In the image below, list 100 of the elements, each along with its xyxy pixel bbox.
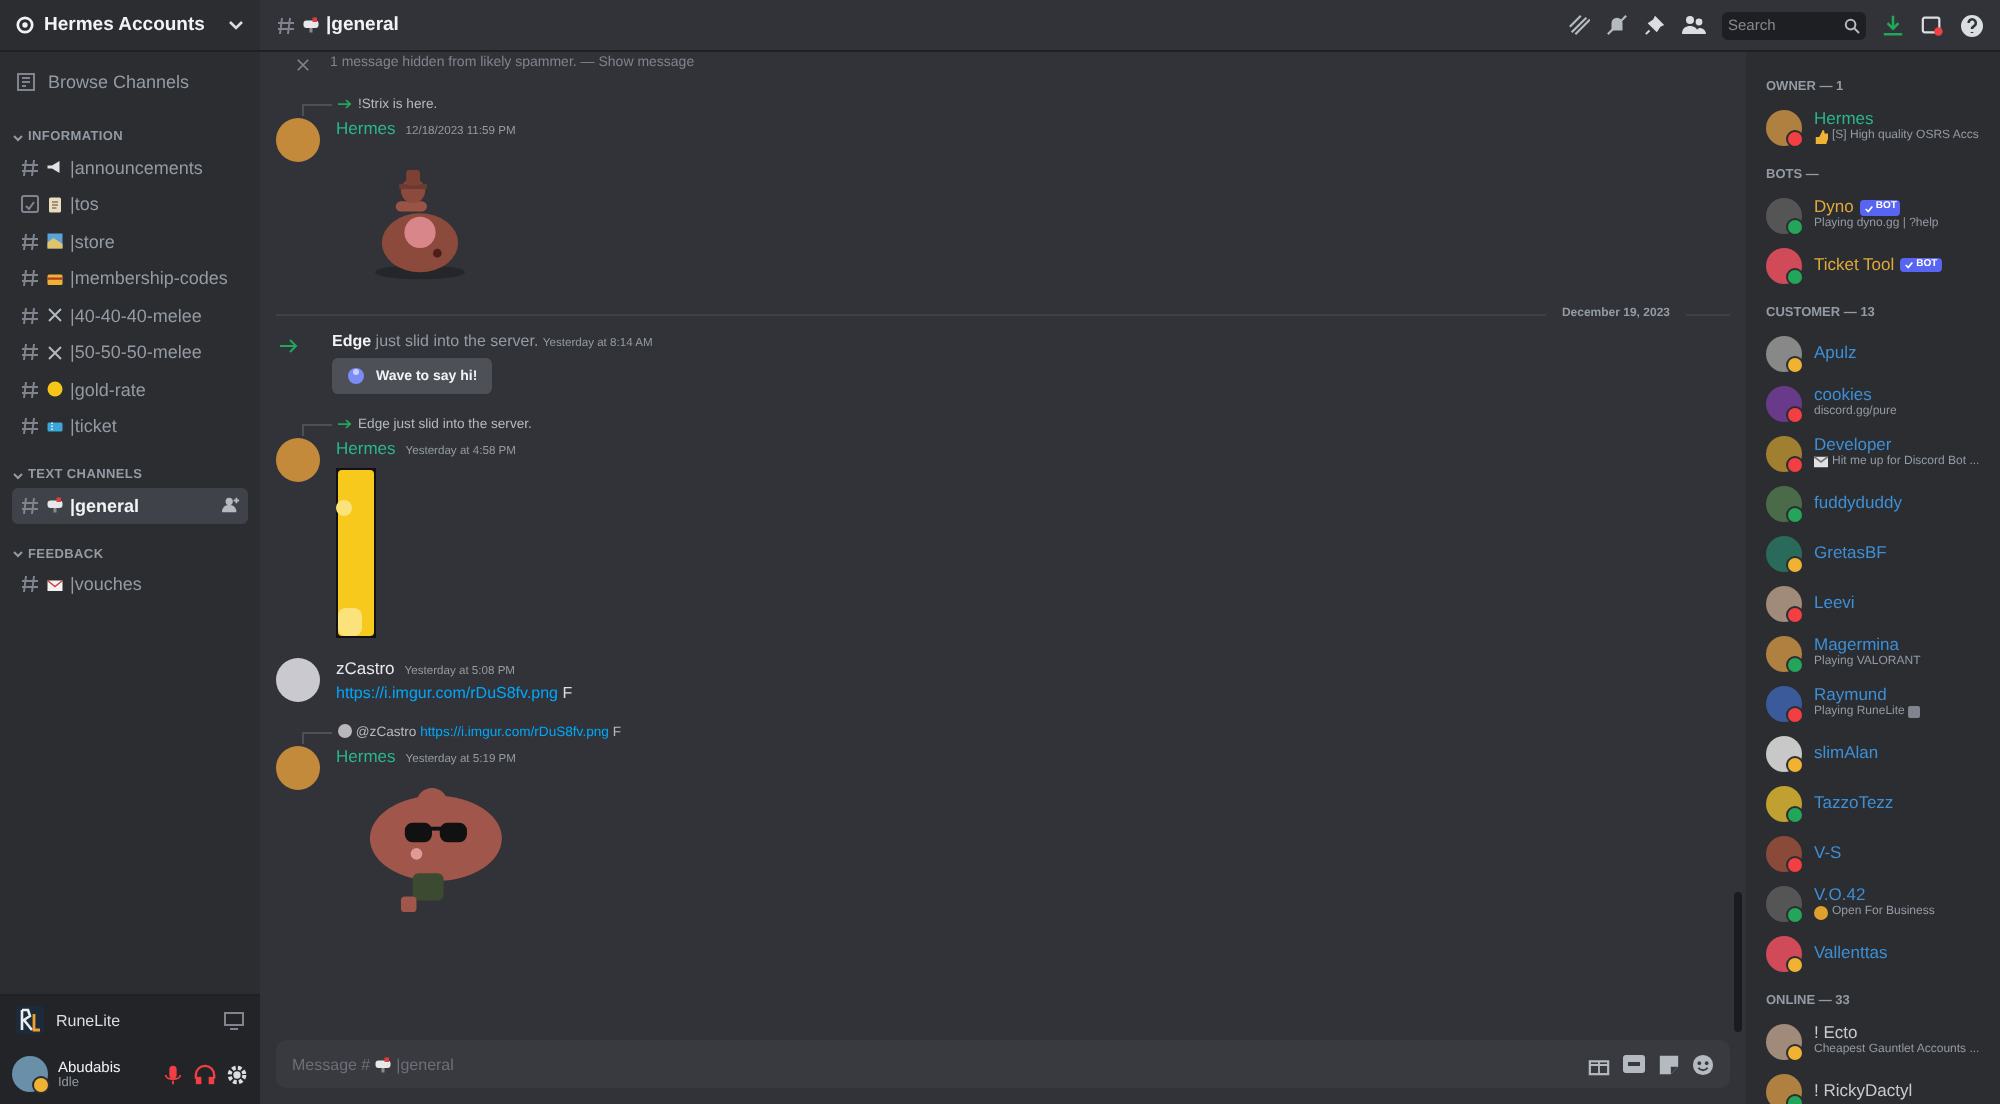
wave-sticker-icon xyxy=(346,366,366,386)
hash-icon xyxy=(20,495,40,516)
check-icon xyxy=(1863,203,1874,214)
bell-off-icon[interactable] xyxy=(1606,14,1628,36)
author-name[interactable]: Hermes xyxy=(336,118,396,138)
member-item[interactable]: slimAlan xyxy=(1762,728,1988,778)
rules-icon xyxy=(20,194,40,215)
mailbox-icon xyxy=(374,1055,393,1073)
channel-item[interactable]: |announcements xyxy=(12,150,248,185)
member-name: Apulz xyxy=(1814,343,1857,363)
clipboard-icon xyxy=(46,195,64,214)
envelope-icon xyxy=(1814,456,1828,469)
channel-item[interactable]: |gold-rate xyxy=(12,372,248,407)
download-icon[interactable] xyxy=(1882,14,1904,36)
member-item[interactable]: Vallenttas xyxy=(1762,928,1988,978)
hash-icon xyxy=(20,268,40,289)
avatar[interactable] xyxy=(276,746,320,790)
member-name: V-S xyxy=(1814,843,1842,863)
member-name: V.O.42 xyxy=(1814,886,1866,905)
emoji-icon[interactable] xyxy=(1692,1053,1714,1075)
member-item[interactable]: ! RickyDactyl xyxy=(1762,1066,1988,1104)
member-name: fuddyduddy xyxy=(1814,493,1902,513)
close-icon xyxy=(296,57,310,71)
envelope-icon xyxy=(46,575,64,594)
channel-item[interactable]: |store xyxy=(12,224,248,259)
member-name: GretasBF xyxy=(1814,543,1887,563)
channel-item[interactable]: |membership-codes xyxy=(12,261,248,296)
member-name: ! RickyDactyl xyxy=(1814,1081,1913,1101)
sticker-icon[interactable] xyxy=(1658,1053,1680,1075)
member-item[interactable]: TazzoTezz xyxy=(1762,778,1988,828)
message-text: https://i.imgur.com/rDuS8fv.png F xyxy=(336,684,573,702)
pin-icon[interactable] xyxy=(1644,14,1666,36)
screen-share-icon[interactable] xyxy=(224,1011,244,1029)
chevron-icon xyxy=(12,548,24,560)
hash-icon xyxy=(20,416,40,437)
channel-item[interactable]: |ticket xyxy=(12,409,248,444)
settings-icon[interactable] xyxy=(226,1063,248,1085)
arrow-icon xyxy=(280,338,300,354)
map-icon xyxy=(46,232,64,251)
arrow-icon xyxy=(338,418,352,430)
author-name[interactable]: Hermes xyxy=(336,438,396,458)
hash-icon xyxy=(20,305,40,326)
channel-item[interactable]: |40-40-40-melee xyxy=(12,298,248,333)
member-name: Ticket Tool xyxy=(1814,255,1895,275)
join-message: Edge just slid into the server. xyxy=(332,332,541,350)
help-icon[interactable] xyxy=(1960,13,1984,37)
hash-icon xyxy=(276,15,296,35)
channel-item[interactable]: |50-50-50-melee xyxy=(12,335,248,370)
member-item[interactable]: fuddyduddy xyxy=(1762,478,1988,528)
member-item[interactable]: Apulz xyxy=(1762,328,1988,378)
author-name[interactable]: Hermes xyxy=(336,746,396,766)
activity-name: RuneLite xyxy=(56,1011,123,1029)
megaphone-icon xyxy=(46,158,64,177)
browse-icon xyxy=(16,72,38,92)
member-name: Magermina xyxy=(1814,636,1900,655)
chevron-icon xyxy=(12,131,24,143)
chevron-down-icon[interactable] xyxy=(228,19,244,31)
ticket-icon xyxy=(46,417,64,436)
hash-icon xyxy=(20,574,40,595)
members-icon[interactable] xyxy=(1682,14,1706,36)
app-logo-icon xyxy=(16,1006,44,1034)
image-link[interactable]: https://i.imgur.com/rDuS8fv.png xyxy=(336,684,559,702)
member-name: Vallenttas xyxy=(1814,943,1888,963)
mailbox-icon xyxy=(46,496,64,515)
member-name: TazzoTezz xyxy=(1814,793,1894,813)
check-icon xyxy=(1904,259,1915,270)
avatar[interactable] xyxy=(276,118,320,162)
inbox-icon[interactable] xyxy=(1920,14,1944,36)
emoji-icon xyxy=(1814,905,1828,920)
arrow-icon xyxy=(338,98,352,110)
member-name: cookies xyxy=(1814,386,1872,405)
hash-icon xyxy=(20,157,40,178)
chevron-icon xyxy=(12,469,24,481)
author-name[interactable]: zCastro xyxy=(336,658,395,678)
channel-item[interactable]: |vouches xyxy=(12,567,248,602)
invite-icon[interactable] xyxy=(222,496,240,515)
server-icon xyxy=(16,16,34,34)
swords-icon xyxy=(46,343,64,362)
avatar[interactable] xyxy=(276,658,320,702)
swords-icon xyxy=(46,306,64,325)
server-name[interactable]: Hermes Accounts xyxy=(44,14,218,36)
member-name: Developer xyxy=(1814,436,1892,455)
microphone-icon[interactable] xyxy=(162,1063,184,1085)
avatar[interactable] xyxy=(276,438,320,482)
threads-icon[interactable] xyxy=(1568,14,1590,36)
reply-avatar-icon xyxy=(338,724,352,738)
channel-title: |general xyxy=(326,14,399,36)
member-item[interactable]: GretasBF xyxy=(1762,528,1988,578)
member-name: Hermes xyxy=(1814,110,1874,129)
browse-channels-button[interactable]: Browse Channels xyxy=(12,64,248,100)
headphones-icon[interactable] xyxy=(194,1063,216,1085)
thumbs-up-icon xyxy=(1814,129,1828,144)
member-name: Dyno xyxy=(1814,198,1854,217)
member-item[interactable]: Leevi xyxy=(1762,578,1988,628)
member-item[interactable]: V-S xyxy=(1762,828,1988,878)
channel-item[interactable]: |tos xyxy=(12,187,248,222)
gif-icon[interactable] xyxy=(1622,1054,1646,1074)
channel-item[interactable]: |general xyxy=(12,488,248,523)
member-name: Leevi xyxy=(1814,593,1855,613)
hash-icon xyxy=(20,342,40,363)
